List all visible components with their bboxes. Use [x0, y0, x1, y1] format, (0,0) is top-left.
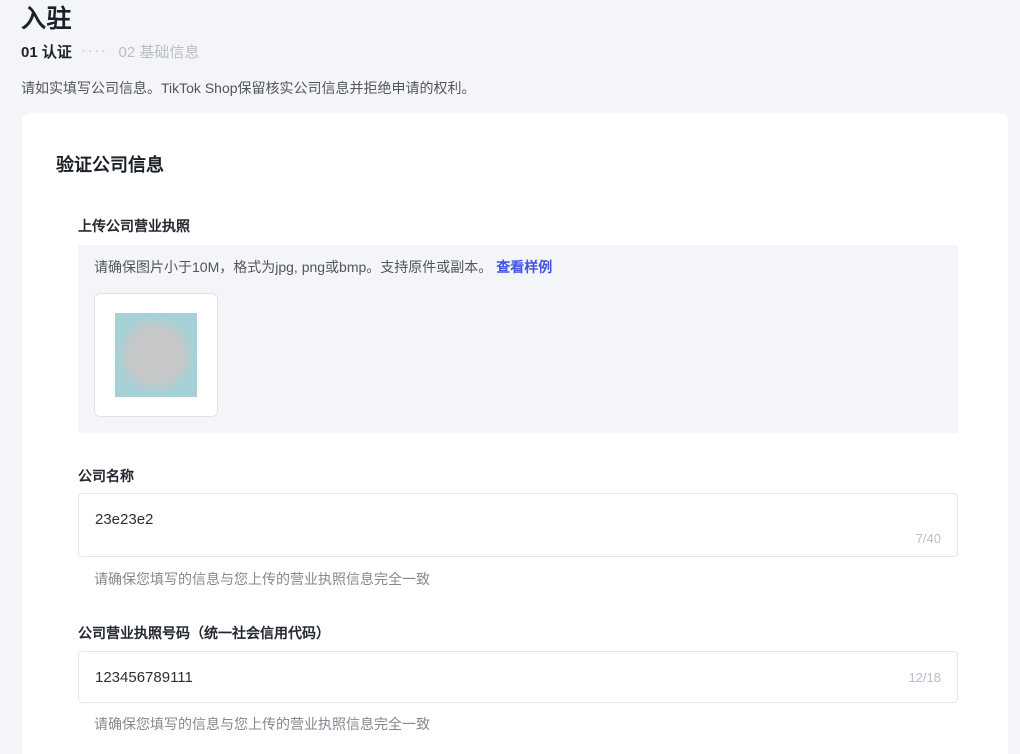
company-name-label: 公司名称 [78, 466, 134, 486]
company-verification-card: 验证公司信息 上传公司营业执照 请确保图片小于10M，格式为jpg, png或b… [22, 113, 1008, 754]
company-name-field[interactable]: 7/40 [78, 493, 958, 557]
license-number-helper: 请确保您填写的信息与您上传的营业执照信息完全一致 [94, 714, 430, 734]
step-separator-dots: ···· [82, 42, 109, 62]
onboarding-page: 入驻 01 认证 ···· 02 基础信息 请如实填写公司信息。TikTok S… [0, 0, 1020, 754]
upload-hint: 请确保图片小于10M，格式为jpg, png或bmp。支持原件或副本。查看样例 [94, 257, 552, 277]
license-thumbnail[interactable] [94, 293, 218, 417]
section-title: 验证公司信息 [56, 153, 164, 177]
step-2-basic-info: 02 基础信息 [119, 43, 200, 63]
company-name-helper: 请确保您填写的信息与您上传的营业执照信息完全一致 [94, 569, 430, 589]
license-preview-image [115, 313, 197, 397]
upload-license-label: 上传公司营业执照 [78, 216, 190, 236]
license-number-counter: 12/18 [908, 669, 941, 687]
view-sample-link[interactable]: 查看样例 [496, 259, 552, 275]
page-description: 请如实填写公司信息。TikTok Shop保留核实公司信息并拒绝申请的权利。 [21, 78, 476, 98]
step-1-certification: 01 认证 [21, 43, 72, 63]
license-number-label: 公司营业执照号码（统一社会信用代码） [78, 623, 330, 643]
upload-dropzone: 请确保图片小于10M，格式为jpg, png或bmp。支持原件或副本。查看样例 [78, 245, 958, 433]
company-name-counter: 7/40 [916, 530, 941, 548]
company-name-input[interactable] [95, 511, 835, 528]
upload-hint-text: 请确保图片小于10M，格式为jpg, png或bmp。支持原件或副本。 [94, 259, 492, 275]
license-number-field[interactable]: 12/18 [78, 651, 958, 703]
license-number-input[interactable] [95, 669, 835, 686]
page-title: 入驻 [21, 0, 72, 38]
step-indicator: 01 认证 ···· 02 基础信息 [21, 43, 199, 63]
